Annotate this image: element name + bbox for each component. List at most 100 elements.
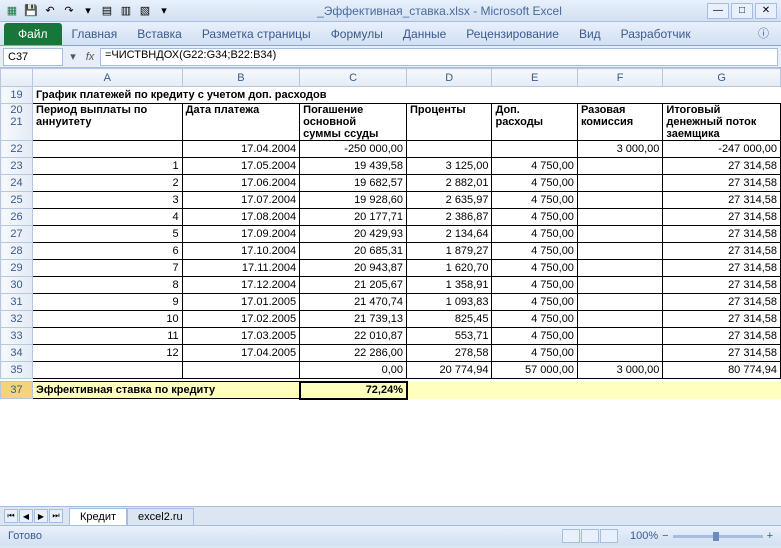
cell[interactable] [577, 311, 662, 328]
cell[interactable]: 17.02.2005 [182, 311, 300, 328]
cell[interactable]: 4 750,00 [492, 209, 577, 226]
cell[interactable]: 3 125,00 [407, 158, 492, 175]
cell[interactable]: 10 [33, 311, 183, 328]
col-header-B[interactable]: B [182, 69, 300, 87]
cell[interactable]: 2 [33, 175, 183, 192]
cell[interactable]: 1 [33, 158, 183, 175]
ribbon-tab-data[interactable]: Данные [393, 23, 456, 45]
cell[interactable]: 21 739,13 [300, 311, 407, 328]
cell[interactable]: 20 685,31 [300, 243, 407, 260]
row-header[interactable]: 37 [1, 382, 33, 399]
cell[interactable]: 553,71 [407, 328, 492, 345]
view-break-icon[interactable] [600, 529, 618, 543]
cell[interactable]: 27 314,58 [663, 226, 781, 243]
cell[interactable]: 19 439,58 [300, 158, 407, 175]
cell[interactable]: 27 314,58 [663, 158, 781, 175]
cell[interactable]: 22 010,87 [300, 328, 407, 345]
cell[interactable]: 3 [33, 192, 183, 209]
cell[interactable]: 4 750,00 [492, 158, 577, 175]
cell[interactable]: 20 774,94 [407, 362, 492, 379]
cell[interactable]: 3 000,00 [577, 141, 662, 158]
cell[interactable]: 3 000,00 [577, 362, 662, 379]
qat-dropdown-icon[interactable]: ▾ [156, 3, 172, 19]
cell[interactable]: 7 [33, 260, 183, 277]
row-header[interactable]: 2021 [1, 104, 33, 141]
qat-btn-4[interactable]: ▧ [137, 3, 153, 19]
cell[interactable]: 2 134,64 [407, 226, 492, 243]
cell[interactable]: 27 314,58 [663, 192, 781, 209]
name-box-dropdown-icon[interactable]: ▾ [66, 50, 80, 63]
cell[interactable]: 4 750,00 [492, 175, 577, 192]
cell[interactable]: 4 750,00 [492, 243, 577, 260]
zoom-slider[interactable] [673, 535, 763, 538]
col-header-E[interactable]: E [492, 69, 577, 87]
row-header[interactable]: 28 [1, 243, 33, 260]
cell[interactable]: 21 205,67 [300, 277, 407, 294]
cell[interactable] [577, 294, 662, 311]
cell[interactable]: 27 314,58 [663, 175, 781, 192]
qat-btn-1[interactable]: ▾ [80, 3, 96, 19]
maximize-button[interactable]: □ [731, 3, 753, 19]
cell[interactable]: 27 314,58 [663, 311, 781, 328]
cell[interactable]: 17.08.2004 [182, 209, 300, 226]
cell[interactable]: -247 000,00 [663, 141, 781, 158]
cell[interactable] [577, 328, 662, 345]
zoom-in-button[interactable]: + [767, 530, 773, 542]
ribbon-tab-formulas[interactable]: Формулы [321, 23, 393, 45]
cell[interactable]: 17.06.2004 [182, 175, 300, 192]
cell[interactable]: 20 177,71 [300, 209, 407, 226]
cell[interactable]: 17.09.2004 [182, 226, 300, 243]
sheet-tab-active[interactable]: Кредит [69, 508, 127, 525]
header-cell[interactable]: Проценты [407, 104, 492, 141]
save-icon[interactable]: 💾 [23, 3, 39, 19]
minimize-button[interactable]: — [707, 3, 729, 19]
sheet-tab[interactable]: excel2.ru [127, 508, 194, 525]
name-box[interactable]: C37 [3, 48, 63, 66]
cell[interactable]: 57 000,00 [492, 362, 577, 379]
help-icon[interactable]: ⓘ [754, 21, 773, 45]
cell[interactable]: 17.07.2004 [182, 192, 300, 209]
cell[interactable] [33, 362, 183, 379]
cell[interactable]: 17.05.2004 [182, 158, 300, 175]
cell[interactable]: 27 314,58 [663, 209, 781, 226]
row-header[interactable]: 32 [1, 311, 33, 328]
table-title[interactable]: График платежей по кредиту с учетом доп.… [33, 87, 781, 104]
ribbon-tab-review[interactable]: Рецензирование [456, 23, 569, 45]
cell[interactable] [577, 158, 662, 175]
cell[interactable]: 278,58 [407, 345, 492, 362]
cell[interactable]: 2 635,97 [407, 192, 492, 209]
tab-prev-icon[interactable]: ◀ [19, 509, 33, 523]
cell[interactable]: 17.11.2004 [182, 260, 300, 277]
row-header[interactable]: 19 [1, 87, 33, 104]
active-cell[interactable]: 72,24% [300, 382, 407, 399]
cell[interactable]: 4 750,00 [492, 328, 577, 345]
col-header-A[interactable]: A [33, 69, 183, 87]
ribbon-tab-pagelayout[interactable]: Разметка страницы [192, 23, 321, 45]
cell[interactable]: 825,45 [407, 311, 492, 328]
cell[interactable]: 27 314,58 [663, 345, 781, 362]
header-cell[interactable]: Погашениеосновнойсуммы ссуды [300, 104, 407, 141]
select-all-corner[interactable] [1, 69, 33, 87]
cell[interactable] [33, 141, 183, 158]
row-header[interactable]: 27 [1, 226, 33, 243]
row-header[interactable]: 25 [1, 192, 33, 209]
cell[interactable]: 1 093,83 [407, 294, 492, 311]
cell[interactable]: 4 750,00 [492, 277, 577, 294]
cell[interactable]: 80 774,94 [663, 362, 781, 379]
header-cell[interactable]: Период выплаты поаннуитету [33, 104, 183, 141]
cell[interactable]: 19 682,57 [300, 175, 407, 192]
file-tab[interactable]: Файл [4, 23, 62, 45]
worksheet-grid[interactable]: A B C D E F G 19 График платежей по кред… [0, 68, 781, 506]
cell[interactable] [577, 260, 662, 277]
ribbon-tab-home[interactable]: Главная [62, 23, 128, 45]
cell[interactable]: 21 470,74 [300, 294, 407, 311]
cell[interactable]: 27 314,58 [663, 243, 781, 260]
cell[interactable]: 27 314,58 [663, 277, 781, 294]
formula-input[interactable]: =ЧИСТВНДОХ(G22:G34;B22:B34) [100, 48, 778, 66]
undo-icon[interactable]: ↶ [42, 3, 58, 19]
cell[interactable]: 2 882,01 [407, 175, 492, 192]
cell[interactable]: 17.04.2005 [182, 345, 300, 362]
row-header[interactable]: 34 [1, 345, 33, 362]
cell[interactable]: 17.04.2004 [182, 141, 300, 158]
cell[interactable]: 1 879,27 [407, 243, 492, 260]
